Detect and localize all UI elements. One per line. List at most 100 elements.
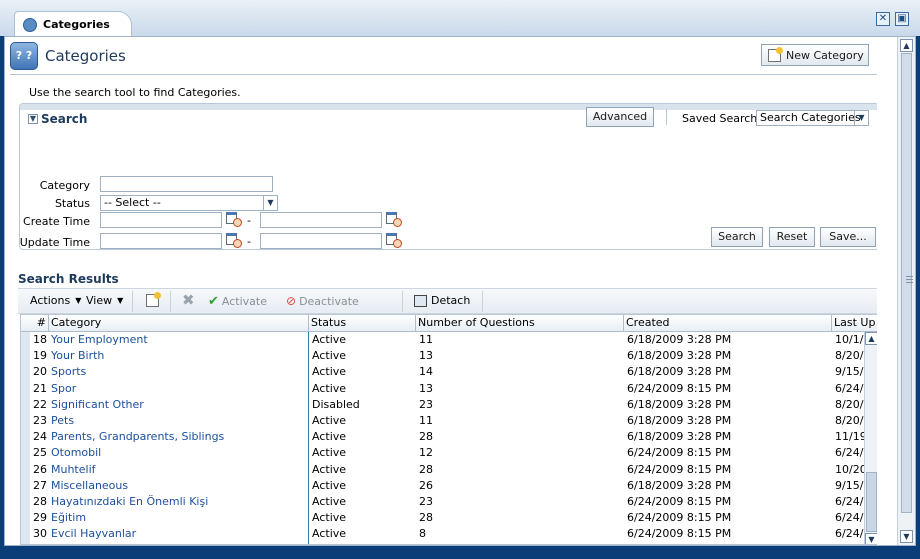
saved-search-select[interactable]: Search Categories ▼ (756, 110, 869, 126)
column-header-category[interactable]: Category (49, 315, 309, 332)
scroll-down-icon[interactable]: ▼ (900, 530, 913, 543)
status-select[interactable]: -- Select -- ▼ (100, 195, 278, 211)
cell-category[interactable]: Spor (49, 381, 308, 397)
detach-button[interactable]: Detach (414, 294, 470, 307)
table-row[interactable]: 20Sports Active 14 6/18/2009 3:28 PM 9/15/2 (21, 364, 877, 380)
table-row[interactable]: 19 Your Birth Active 13 6/18/2009 3:28 PM 8/2… (21, 348, 877, 364)
new-category-button[interactable]: New Category (761, 44, 869, 66)
results-toolbar: Actions ▼ View ▼ ✖ ✔ Activate ⊘ Deactivate… (18, 288, 877, 314)
cell-status: Active (312, 414, 347, 427)
column-header-last-updated[interactable]: Last Up (832, 315, 877, 332)
saved-search-value: Search Categories (760, 111, 861, 124)
cell-created: 6/24/2009 8:15 PM (627, 527, 732, 541)
table-row[interactable]: 18 Your Employment Active 11 6/18/2009 3:28 … (21, 332, 877, 348)
advanced-button[interactable]: Advanced (586, 107, 654, 127)
maximize-icon[interactable]: ▣ (895, 12, 909, 26)
new-row-icon[interactable] (146, 292, 161, 307)
calendar-icon[interactable] (386, 233, 402, 248)
cell-category[interactable]: Parents, Grandparents, Siblings (49, 429, 308, 445)
create-time-label: Create Time (23, 215, 90, 228)
page-vertical-scrollbar[interactable]: ▲ ▼ (897, 37, 915, 545)
save-button[interactable]: Save... (820, 227, 876, 247)
table-row[interactable]: 30 Evcil Hayvanlar Active 8 6/24/2009 8:15 P… (21, 526, 877, 542)
calendar-icon[interactable] (386, 212, 402, 227)
cell-last-updated: 8/20/2 (835, 349, 865, 363)
column-header-number[interactable]: # (21, 315, 49, 332)
update-time-from-input[interactable] (100, 233, 222, 249)
cell-number: 19 (33, 349, 47, 363)
table-row[interactable]: 22 Significant Other Disabled 23 6/18/2009 3… (21, 397, 877, 413)
cell-number: 24 (33, 430, 47, 444)
view-menu[interactable]: View ▼ (86, 294, 123, 307)
cell-number: 23 (33, 414, 47, 427)
chevron-down-icon: ▼ (117, 296, 124, 305)
prohibited-icon: ⊘ (286, 294, 297, 308)
cell-category[interactable]: Your Birth (49, 348, 308, 364)
chevron-down-icon[interactable]: ▼ (28, 114, 38, 124)
cell-category[interactable]: Muhtelif (49, 462, 308, 478)
column-header-status[interactable]: Status (309, 315, 416, 332)
cell-category[interactable]: Hayatınızdaki En Önemli Kişi (49, 494, 308, 510)
chevron-down-icon[interactable]: ▼ (854, 111, 868, 125)
search-header[interactable]: ▼ Search (28, 112, 87, 126)
actions-menu[interactable]: Actions ▼ (30, 294, 81, 307)
cell-category[interactable]: Miscellaneous (49, 478, 308, 494)
table-row[interactable]: 26Muhtelif Active 28 6/24/2009 8:15 PM 10/20… (21, 462, 877, 478)
main-panel: ? ? Categories New Category Use the sear… (4, 36, 916, 546)
cell-category[interactable]: Sports (49, 364, 308, 380)
table-row[interactable]: 23Pets Active 11 6/18/2009 3:28 PM 8/20/2 (21, 413, 877, 429)
table-row[interactable]: 25 Otomobil Active 12 6/24/2009 8:15 PM 6/24/… (21, 445, 877, 461)
scroll-up-icon[interactable]: ▲ (865, 332, 877, 345)
deactivate-button[interactable]: ⊘ Deactivate (286, 294, 359, 308)
calendar-icon[interactable] (226, 233, 242, 248)
cell-last-updated: 6/24/2 (835, 446, 865, 460)
categories-tab-icon (23, 17, 37, 32)
chevron-down-icon[interactable]: ▼ (263, 196, 277, 210)
table-row[interactable]: 27 Miscellaneous Active 26 6/18/2009 3:28 PM… (21, 478, 877, 494)
results-table: # Category Status Number of Questions Cr… (20, 314, 877, 545)
intro-text: Use the search tool to find Categories. (29, 86, 241, 99)
cell-category[interactable]: Otomobil (49, 445, 308, 461)
table-row[interactable]: 24 Parents, Grandparents, Siblings Active 2… (21, 429, 877, 445)
status-label: Status (54, 197, 90, 210)
page-scroll-thumb[interactable] (901, 53, 913, 513)
column-header-created[interactable]: Created (624, 315, 832, 332)
cell-category[interactable]: Significant Other (49, 397, 308, 413)
search-button[interactable]: Search (711, 227, 763, 247)
scroll-up-icon[interactable]: ▲ (900, 39, 913, 52)
page-title: Categories (45, 47, 126, 65)
create-time-from-input[interactable] (100, 212, 222, 228)
cell-category[interactable]: Eğitim (49, 510, 308, 526)
reset-button[interactable]: Reset (769, 227, 815, 247)
cell-category[interactable]: Pets (49, 413, 308, 429)
delete-icon[interactable]: ✖ (182, 291, 195, 309)
table-row[interactable]: 29Eğitim Active 28 6/24/2009 8:15 PM 6/24/2 (21, 510, 877, 526)
scroll-down-icon[interactable]: ▼ (865, 533, 877, 544)
cell-status: Disabled (312, 397, 360, 411)
cell-questions: 28 (419, 462, 433, 476)
table-scroll-thumb[interactable] (866, 472, 877, 532)
update-time-to-input[interactable] (260, 233, 382, 249)
category-label: Category (39, 179, 90, 192)
column-header-questions[interactable]: Number of Questions (416, 315, 624, 332)
close-icon[interactable]: ✕ (876, 12, 890, 26)
table-row[interactable]: 28 Hayatınızdaki En Önemli Kişi Active 23 6/… (21, 494, 877, 510)
create-time-to-input[interactable] (260, 212, 382, 228)
range-separator: - (247, 214, 251, 227)
calendar-icon[interactable] (226, 212, 242, 227)
cell-number: 22 (33, 397, 47, 411)
cell-number: 25 (33, 446, 47, 460)
detach-icon (414, 294, 427, 307)
cell-category[interactable]: Your Employment (49, 332, 308, 348)
activate-button[interactable]: ✔ Activate (208, 294, 267, 309)
new-category-label: New Category (786, 48, 864, 62)
table-row[interactable]: 21Spor Active 13 6/24/2009 8:15 PM 6/24/2 (21, 381, 877, 397)
tab-categories[interactable]: Categories (14, 11, 132, 37)
toolbar-divider (482, 291, 483, 312)
table-vertical-scrollbar[interactable]: ▲ ▼ (864, 332, 877, 544)
cell-created: 6/24/2009 8:15 PM (627, 462, 732, 476)
cell-category[interactable]: Evcil Hayvanlar (49, 526, 308, 542)
category-input[interactable] (100, 176, 273, 192)
cell-last-updated: 6/24/2 (835, 495, 865, 508)
cell-status: Active (312, 478, 347, 492)
